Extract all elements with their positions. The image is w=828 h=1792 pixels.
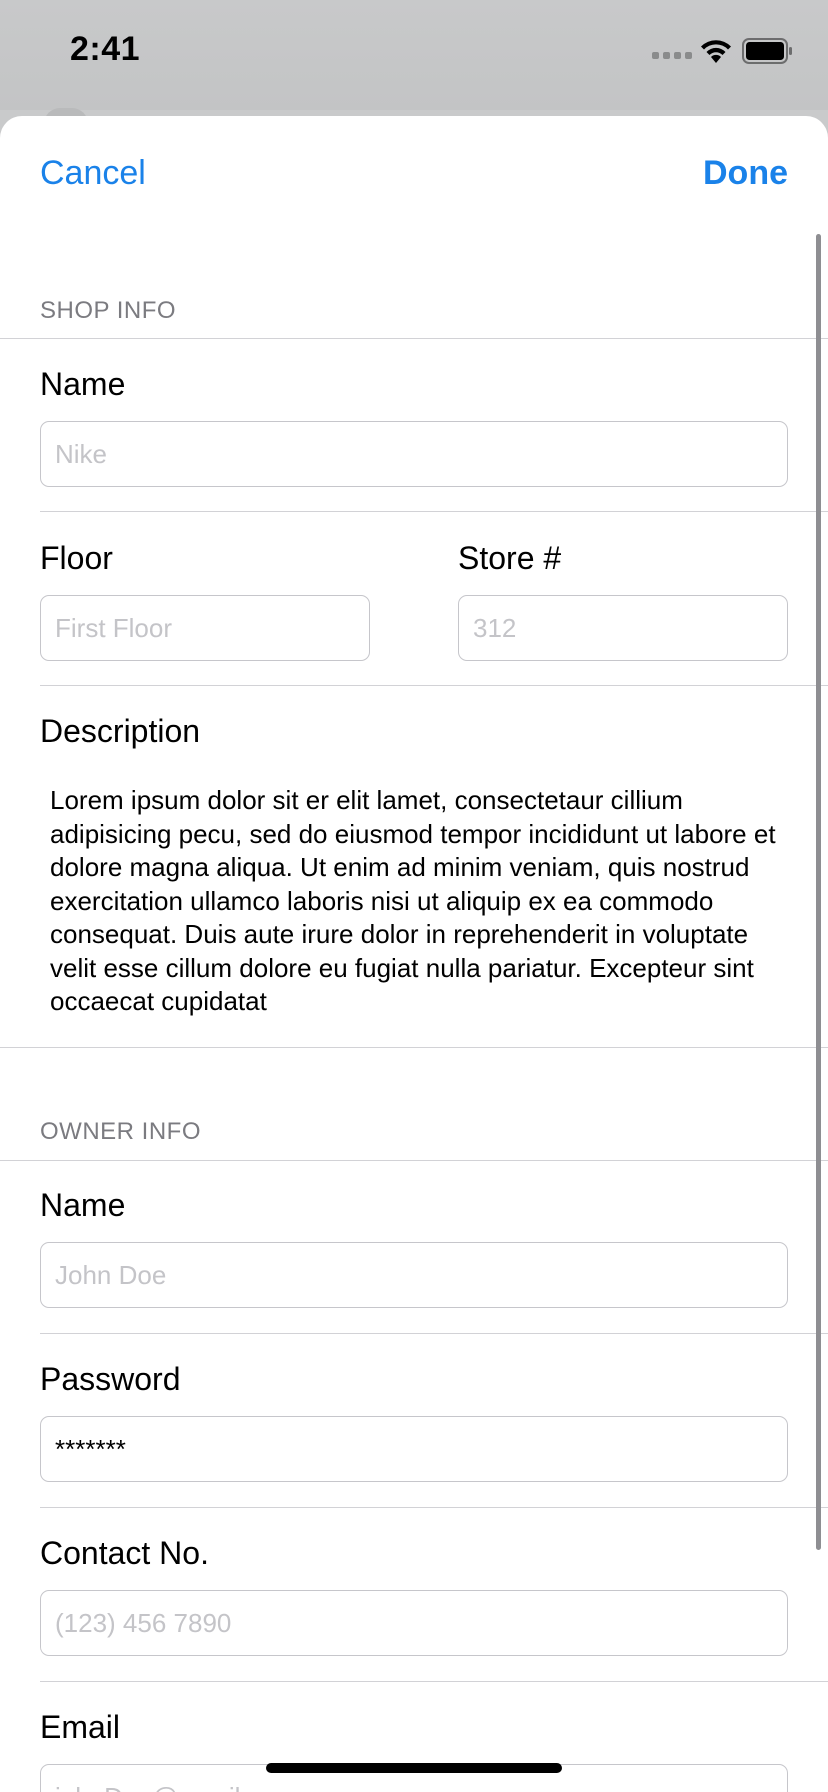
row-divider bbox=[40, 511, 828, 512]
cell-signal-icon bbox=[652, 52, 692, 59]
section-divider bbox=[0, 1047, 828, 1048]
section-divider bbox=[0, 1160, 828, 1161]
store-number-label: Store # bbox=[458, 540, 562, 576]
cancel-button[interactable]: Cancel bbox=[40, 154, 146, 193]
description-label: Description bbox=[40, 713, 201, 749]
section-header-owner-info: OWNER INFO bbox=[40, 1118, 201, 1145]
battery-icon bbox=[742, 38, 792, 64]
modal-sheet: Cancel Done SHOP INFO Name Floor Store #… bbox=[0, 116, 828, 1792]
owner-name-label: Name bbox=[40, 1187, 126, 1223]
floor-input[interactable] bbox=[40, 595, 370, 661]
email-label: Email bbox=[40, 1709, 121, 1745]
row-divider bbox=[40, 1333, 828, 1334]
wifi-icon bbox=[701, 40, 731, 63]
contact-number-input[interactable] bbox=[40, 1590, 788, 1656]
row-divider bbox=[40, 1507, 828, 1508]
vertical-scrollbar[interactable] bbox=[816, 234, 821, 1550]
section-header-shop-info: SHOP INFO bbox=[40, 297, 177, 324]
description-textview[interactable]: Lorem ipsum dolor sit er elit lamet, con… bbox=[50, 784, 780, 1019]
row-divider bbox=[40, 1681, 828, 1682]
floor-label: Floor bbox=[40, 540, 113, 576]
shop-name-input[interactable] bbox=[40, 421, 788, 487]
section-divider bbox=[0, 338, 828, 339]
contact-number-label: Contact No. bbox=[40, 1535, 209, 1571]
status-bar: 2:41 bbox=[0, 0, 828, 110]
home-indicator[interactable] bbox=[266, 1763, 562, 1773]
status-time: 2:41 bbox=[70, 30, 141, 68]
password-input[interactable] bbox=[40, 1416, 788, 1482]
row-divider bbox=[40, 685, 828, 686]
store-number-input[interactable] bbox=[458, 595, 788, 661]
done-button[interactable]: Done bbox=[703, 154, 788, 193]
password-label: Password bbox=[40, 1361, 181, 1397]
owner-name-input[interactable] bbox=[40, 1242, 788, 1308]
shop-name-label: Name bbox=[40, 366, 126, 402]
